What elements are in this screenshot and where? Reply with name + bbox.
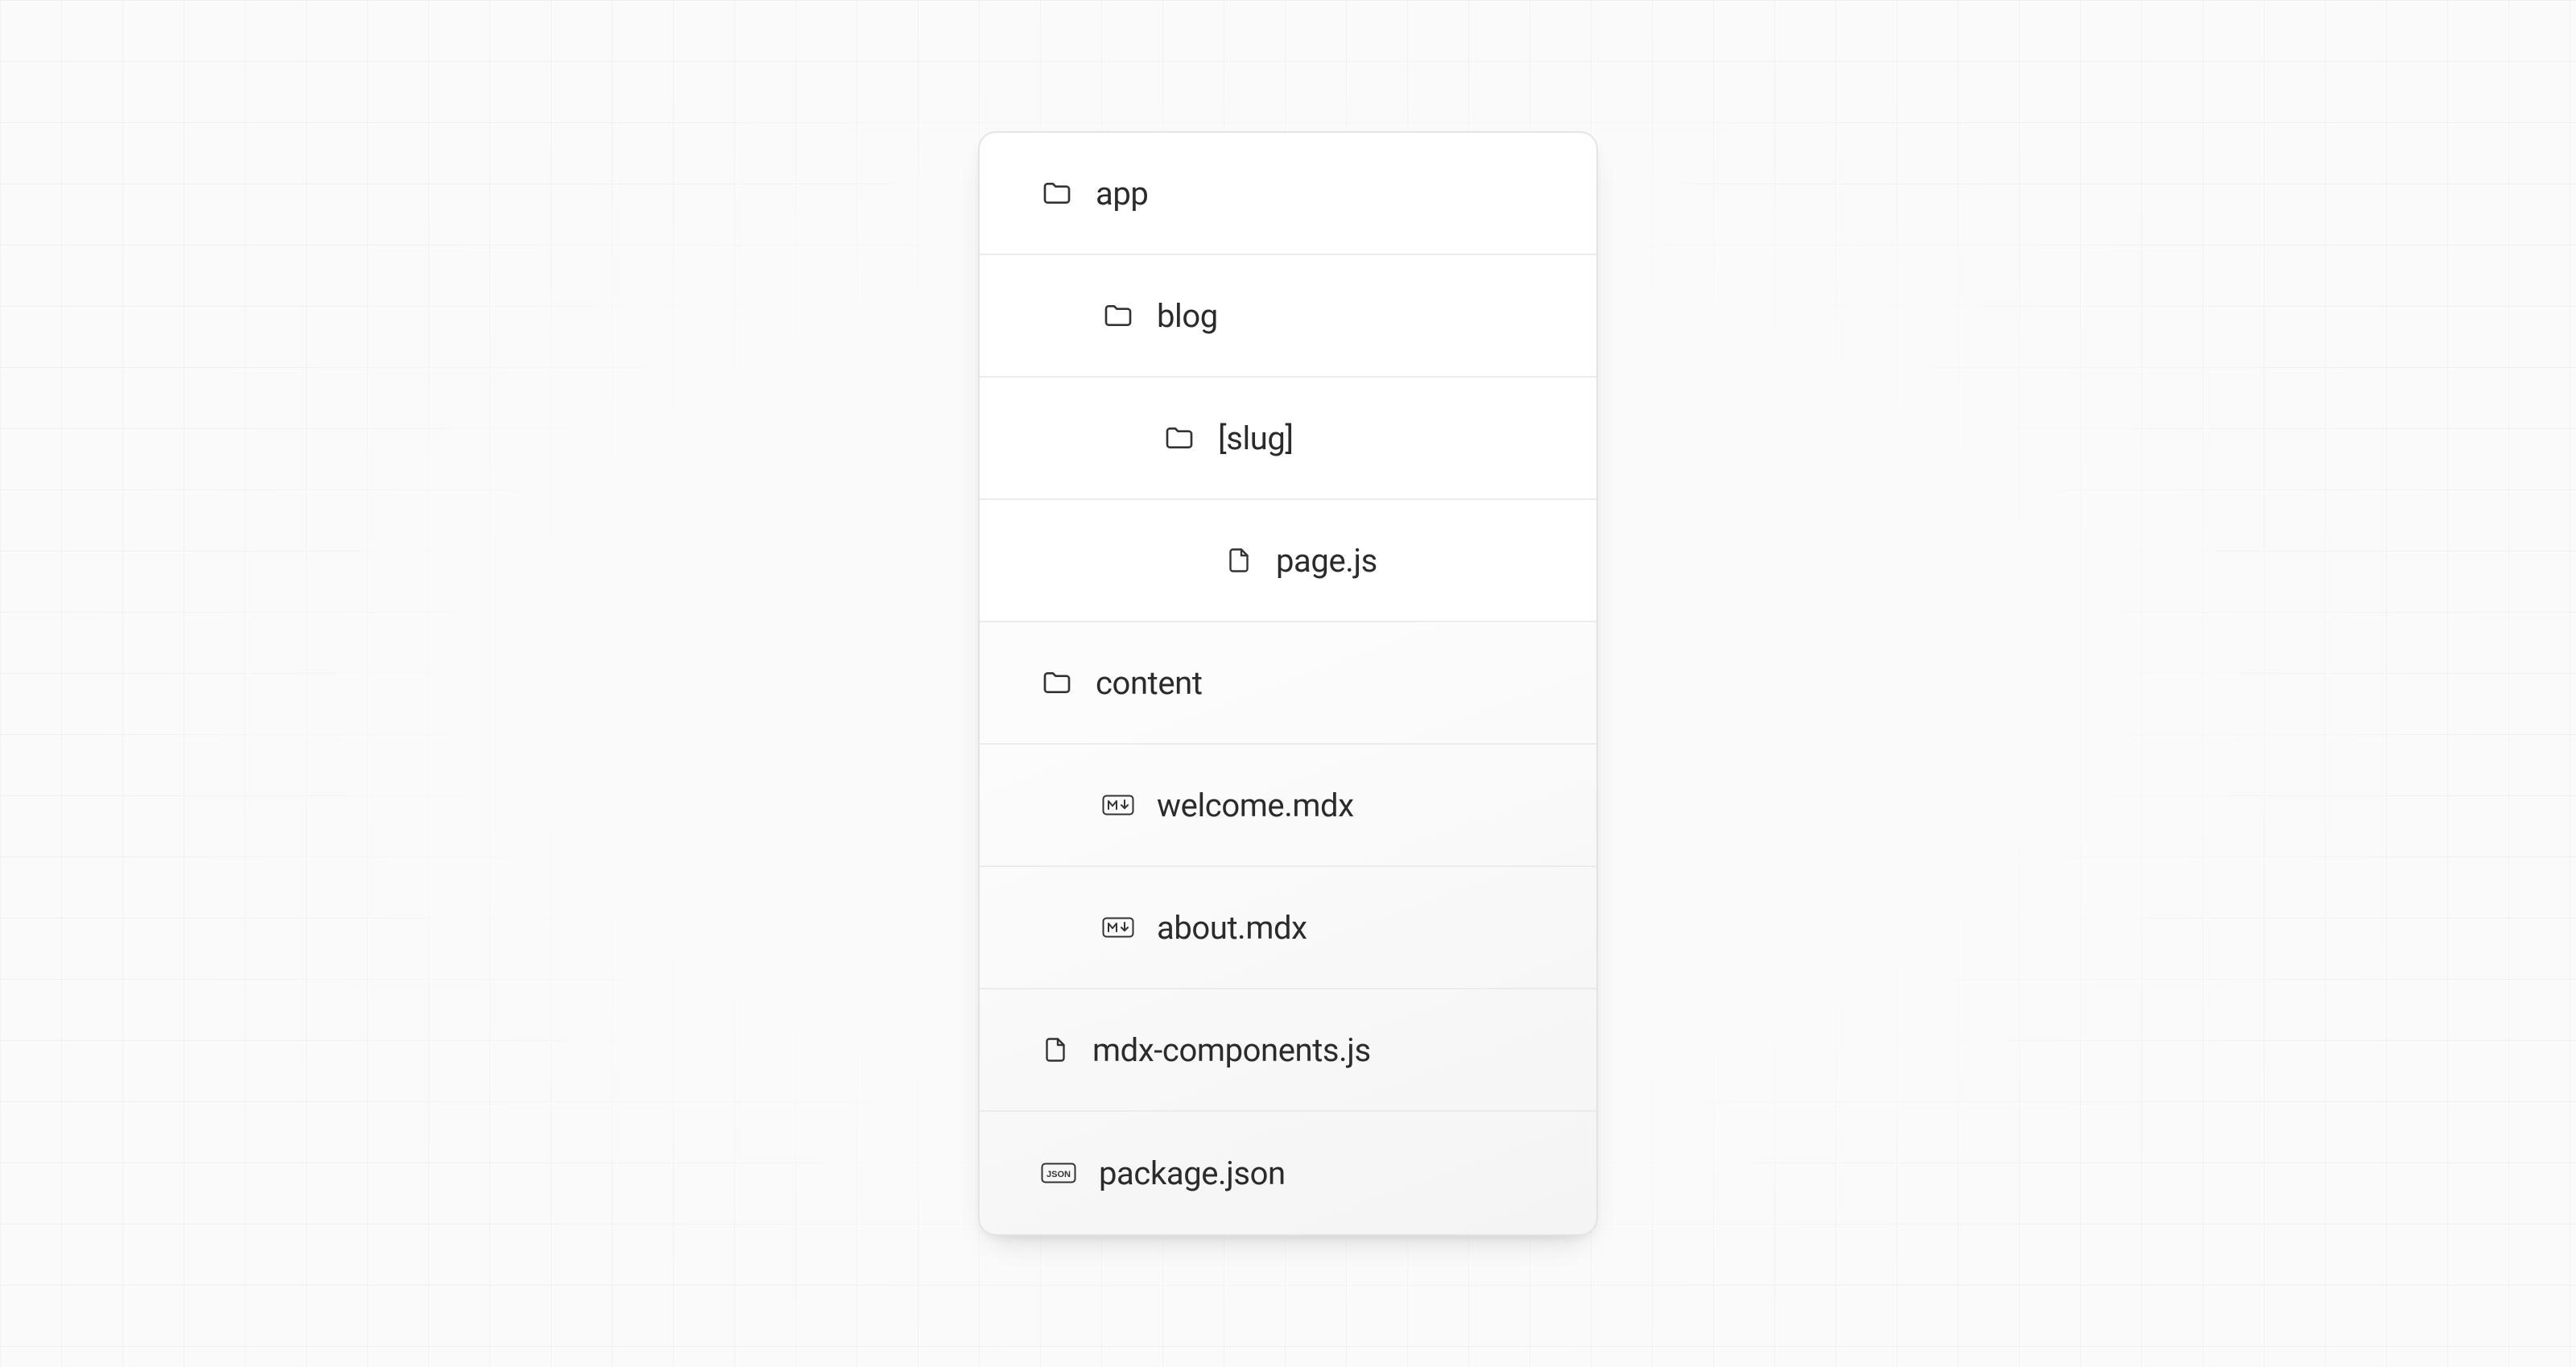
tree-item-label: blog — [1157, 297, 1218, 335]
json-icon: JSON — [1041, 1163, 1076, 1183]
stage: app blog [slug] page.js — [0, 0, 2576, 1367]
file-icon — [1224, 546, 1253, 575]
mdx-icon — [1102, 795, 1134, 816]
tree-item-label: page.js — [1276, 542, 1377, 580]
tree-row-content[interactable]: content — [980, 622, 1596, 745]
tree-item-label: app — [1096, 175, 1148, 213]
tree-row-mdx-components[interactable]: mdx-components.js — [980, 989, 1596, 1112]
svg-text:JSON: JSON — [1046, 1170, 1071, 1179]
tree-item-label: about.mdx — [1157, 909, 1307, 947]
tree-row-welcome-mdx[interactable]: welcome.mdx — [980, 745, 1596, 867]
tree-item-label: package.json — [1099, 1154, 1286, 1192]
tree-row-about-mdx[interactable]: about.mdx — [980, 867, 1596, 989]
tree-item-label: content — [1096, 664, 1203, 702]
tree-item-label: [slug] — [1218, 419, 1294, 457]
folder-icon — [1163, 422, 1195, 454]
tree-row-page-js[interactable]: page.js — [980, 500, 1596, 622]
tree-item-label: mdx-components.js — [1092, 1031, 1371, 1069]
file-tree-panel: app blog [slug] page.js — [978, 131, 1598, 1236]
tree-row-blog[interactable]: blog — [980, 255, 1596, 378]
tree-row-app[interactable]: app — [980, 133, 1596, 255]
mdx-icon — [1102, 917, 1134, 938]
folder-icon — [1041, 667, 1073, 699]
tree-item-label: welcome.mdx — [1157, 787, 1354, 824]
file-icon — [1041, 1035, 1070, 1064]
folder-icon — [1041, 177, 1073, 209]
folder-icon — [1102, 299, 1134, 332]
tree-row-slug[interactable]: [slug] — [980, 378, 1596, 500]
tree-row-package-json[interactable]: JSON package.json — [980, 1112, 1596, 1234]
